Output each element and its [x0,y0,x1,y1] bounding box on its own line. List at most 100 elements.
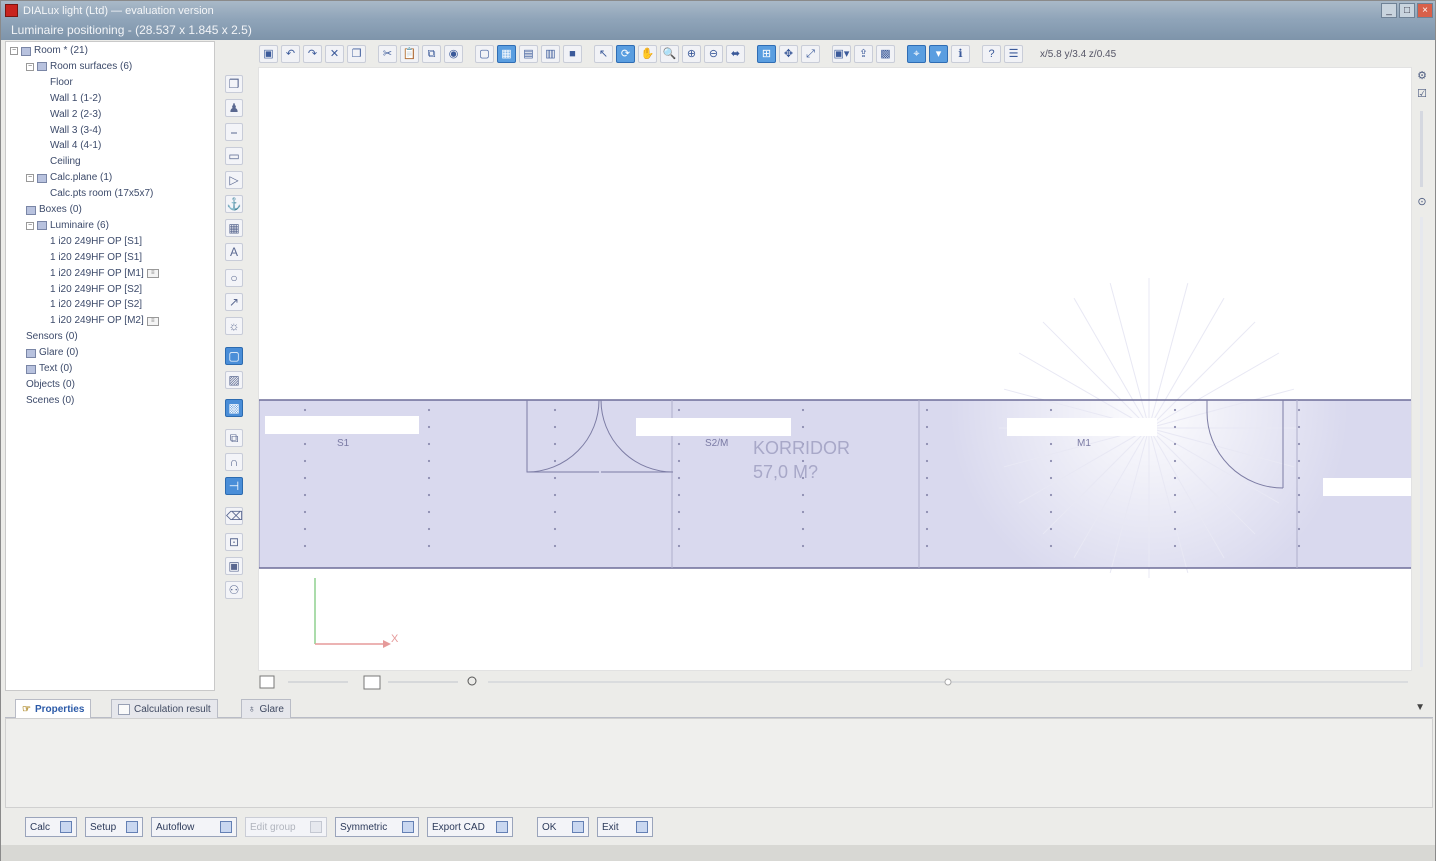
map-tool-icon[interactable]: ▨ [225,371,243,389]
zoom-out-icon[interactable]: ⊖ [704,45,723,63]
luminaire-label-box-3[interactable] [1007,418,1157,436]
scale-icon[interactable]: ⤢ [801,45,820,63]
tab-properties[interactable]: ☞ Properties [15,699,92,718]
luminaire-label-box-1[interactable] [265,416,419,434]
luminaire-label-box-4[interactable] [1323,478,1412,496]
tree-item[interactable]: 1 i20 249HF OP [M1] ≡ [50,267,159,281]
document-icon[interactable]: ≡ [146,269,159,279]
copy-tool-icon[interactable]: ⧉ [225,429,243,447]
tree-item[interactable]: Text (0) [26,362,72,376]
maximize-button[interactable]: □ [1399,3,1415,18]
cut-icon[interactable]: ✂ [378,45,397,63]
plan-select-tool-icon[interactable]: ▢ [225,347,243,365]
arc-tool-icon[interactable]: ∩ [225,453,243,471]
plan-canvas[interactable]: S1 S2/M M1 KORRIDOR 57,0 M? X [258,67,1412,671]
zoom-slider-track[interactable] [1420,111,1423,187]
plan-drawing[interactable]: S1 S2/M M1 KORRIDOR 57,0 M? X [259,68,1412,671]
grid-icon[interactable]: ⊞ [757,45,776,63]
tree-item[interactable]: Wall 3 (3-4) [50,124,101,138]
image-tool-icon[interactable]: ▩ [225,399,243,417]
minimize-button[interactable]: _ [1381,3,1397,18]
view-plan-icon[interactable]: ▦ [497,45,516,63]
snap-icon[interactable]: ⌖ [907,45,926,63]
tree-item[interactable]: Objects (0) [26,378,75,392]
info-small-icon[interactable]: ℹ [951,45,970,63]
paste-icon[interactable]: 📋 [400,45,419,63]
luminaire-label-box-2[interactable] [636,418,791,436]
setup-button[interactable]: Setup [85,817,143,837]
object-tree[interactable]: − Room * (21) − Room surfaces (6) Floor Wall … [5,41,215,691]
tree-item[interactable]: − Luminaire (6) [26,219,109,233]
tree-item[interactable]: − Calc.plane (1) [26,171,112,185]
room-tool-icon[interactable]: ❐ [225,75,243,93]
tab-calculation-result[interactable]: Calculation result [111,699,218,718]
view-front-icon[interactable]: ▤ [519,45,538,63]
help-icon[interactable]: ? [982,45,1001,63]
tree-item[interactable]: 1 i20 249HF OP [S2] [50,298,142,312]
tree-item[interactable]: Wall 1 (1-2) [50,92,101,106]
save-icon[interactable]: ▣ [259,45,278,63]
tree-item[interactable]: Glare (0) [26,346,78,360]
tree-item[interactable]: Floor [50,76,73,90]
select-icon[interactable]: ↖ [594,45,613,63]
tree-item[interactable]: 1 i20 249HF OP [M2] ≡ [50,314,159,328]
layout-dropdown-icon[interactable]: ▣▾ [832,45,851,63]
tree-item[interactable]: − Room surfaces (6) [26,60,132,74]
tree-expander-icon[interactable]: − [26,174,34,183]
luminaire-tool-icon[interactable]: ♟ [225,99,243,117]
symmetric-button[interactable]: Symmetric [335,817,419,837]
group-tool-icon[interactable]: ⚇ [225,581,243,599]
zoom-icon[interactable]: 🔍 [660,45,679,63]
pan-icon[interactable]: ✋ [638,45,657,63]
scroll-thumb[interactable] [944,678,952,686]
undo-icon[interactable]: ↶ [281,45,300,63]
duplicate-icon[interactable]: ⧉ [422,45,441,63]
zoom-fit-icon[interactable]: ⬌ [726,45,745,63]
move-icon[interactable]: ✥ [779,45,798,63]
document-icon[interactable]: ≡ [146,316,159,326]
autoflow-button[interactable]: Autoflow [151,817,237,837]
close-button[interactable]: × [1417,3,1433,18]
settings-gear-icon[interactable]: ⚙ [1415,69,1429,83]
calc-button[interactable]: Calc [25,817,77,837]
ok-button[interactable]: OK [537,817,589,837]
view-side-icon[interactable]: ▥ [541,45,560,63]
zoom-in-icon[interactable]: ⊕ [682,45,701,63]
anchor-tool-icon[interactable]: ⚓ [225,195,243,213]
tree-item[interactable]: 1 i20 249HF OP [S1] [50,235,142,249]
page-frame-icon[interactable] [259,675,275,689]
text-tool-icon[interactable]: A [225,243,243,261]
eraser-tool-icon[interactable]: ⌫ [225,507,243,525]
arrow-tool-icon[interactable]: ▷ [225,171,243,189]
measure-tool-icon[interactable]: ↗ [225,293,243,311]
rectangle-tool-icon[interactable]: ▭ [225,147,243,165]
glare-tool-icon[interactable]: ☼ [225,317,243,335]
tree-item[interactable]: Wall 4 (4-1) [50,139,101,153]
exit-button[interactable]: Exit [597,817,653,837]
redo-icon[interactable]: ↷ [303,45,322,63]
tree-expander-icon[interactable]: − [10,47,18,55]
vertical-scrollbar[interactable] [1420,217,1423,667]
tree-item[interactable]: Wall 2 (2-3) [50,108,101,122]
tree-item[interactable]: − Room * (21) [10,44,88,58]
view-3d-icon[interactable]: ▢ [475,45,494,63]
frame-tool-icon[interactable]: ⊡ [225,533,243,551]
tab-glare[interactable]: ♁ Glare [241,699,291,718]
render-icon[interactable]: ◉ [444,45,463,63]
view-solid-icon[interactable]: ■ [563,45,582,63]
snap-options-icon[interactable]: ▾ [929,45,948,63]
delete-icon[interactable]: ✕ [325,45,344,63]
tree-item[interactable]: Ceiling [50,155,81,169]
rotate-view-icon[interactable]: ⟳ [616,45,635,63]
frame-small-icon[interactable] [363,675,381,690]
tree-item[interactable]: Calc.pts room (17x5x7) [50,187,153,201]
tree-item[interactable]: 1 i20 249HF OP [S1] [50,251,142,265]
tree-item[interactable]: Scenes (0) [26,394,74,408]
layers-tool-icon[interactable]: ▣ [225,557,243,575]
check-icon[interactable]: ☑ [1415,87,1429,101]
panel-collapse-icon[interactable]: ▼ [1415,702,1425,713]
export-icon[interactable]: ⇪ [854,45,873,63]
reset-view-icon[interactable]: ⊙ [1415,195,1429,209]
save-view-icon[interactable]: ▩ [876,45,895,63]
line-tool-icon[interactable]: ⎯ [225,123,243,141]
